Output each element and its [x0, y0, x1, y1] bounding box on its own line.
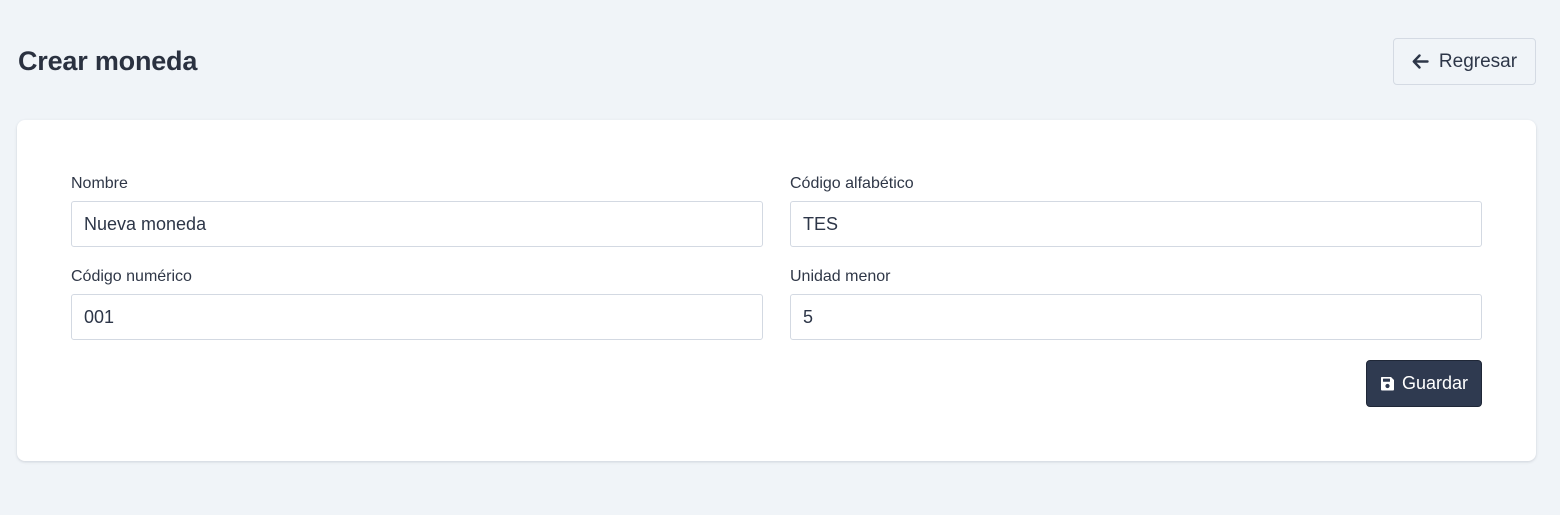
back-button[interactable]: Regresar [1393, 38, 1536, 85]
codigo-alfabetico-input[interactable] [790, 201, 1482, 247]
codigo-numerico-input[interactable] [71, 294, 763, 340]
page-title: Crear moneda [18, 46, 198, 76]
nombre-input[interactable] [71, 201, 763, 247]
codigo-numerico-field: Código numérico [71, 268, 763, 340]
unidad-menor-input[interactable] [790, 294, 1482, 340]
nombre-label: Nombre [71, 175, 128, 192]
page: Crear moneda Regresar Nombre Código alfa… [0, 0, 1560, 515]
back-button-label: Regresar [1438, 50, 1518, 72]
save-button[interactable]: Guardar [1366, 360, 1482, 407]
save-button-label: Guardar [1401, 373, 1469, 393]
codigo-numerico-label: Código numérico [71, 268, 192, 285]
codigo-alfabetico-field: Código alfabético [790, 175, 1482, 247]
arrow-left-icon [1412, 54, 1429, 69]
page-header: Crear moneda Regresar [18, 38, 1536, 85]
unidad-menor-label: Unidad menor [790, 268, 891, 285]
codigo-alfabetico-label: Código alfabético [790, 175, 914, 192]
currency-form-card: Nombre Código alfabético Código numérico… [17, 120, 1536, 461]
unidad-menor-field: Unidad menor [790, 268, 1482, 340]
nombre-field: Nombre [71, 175, 763, 247]
floppy-disk-icon [1380, 376, 1395, 391]
